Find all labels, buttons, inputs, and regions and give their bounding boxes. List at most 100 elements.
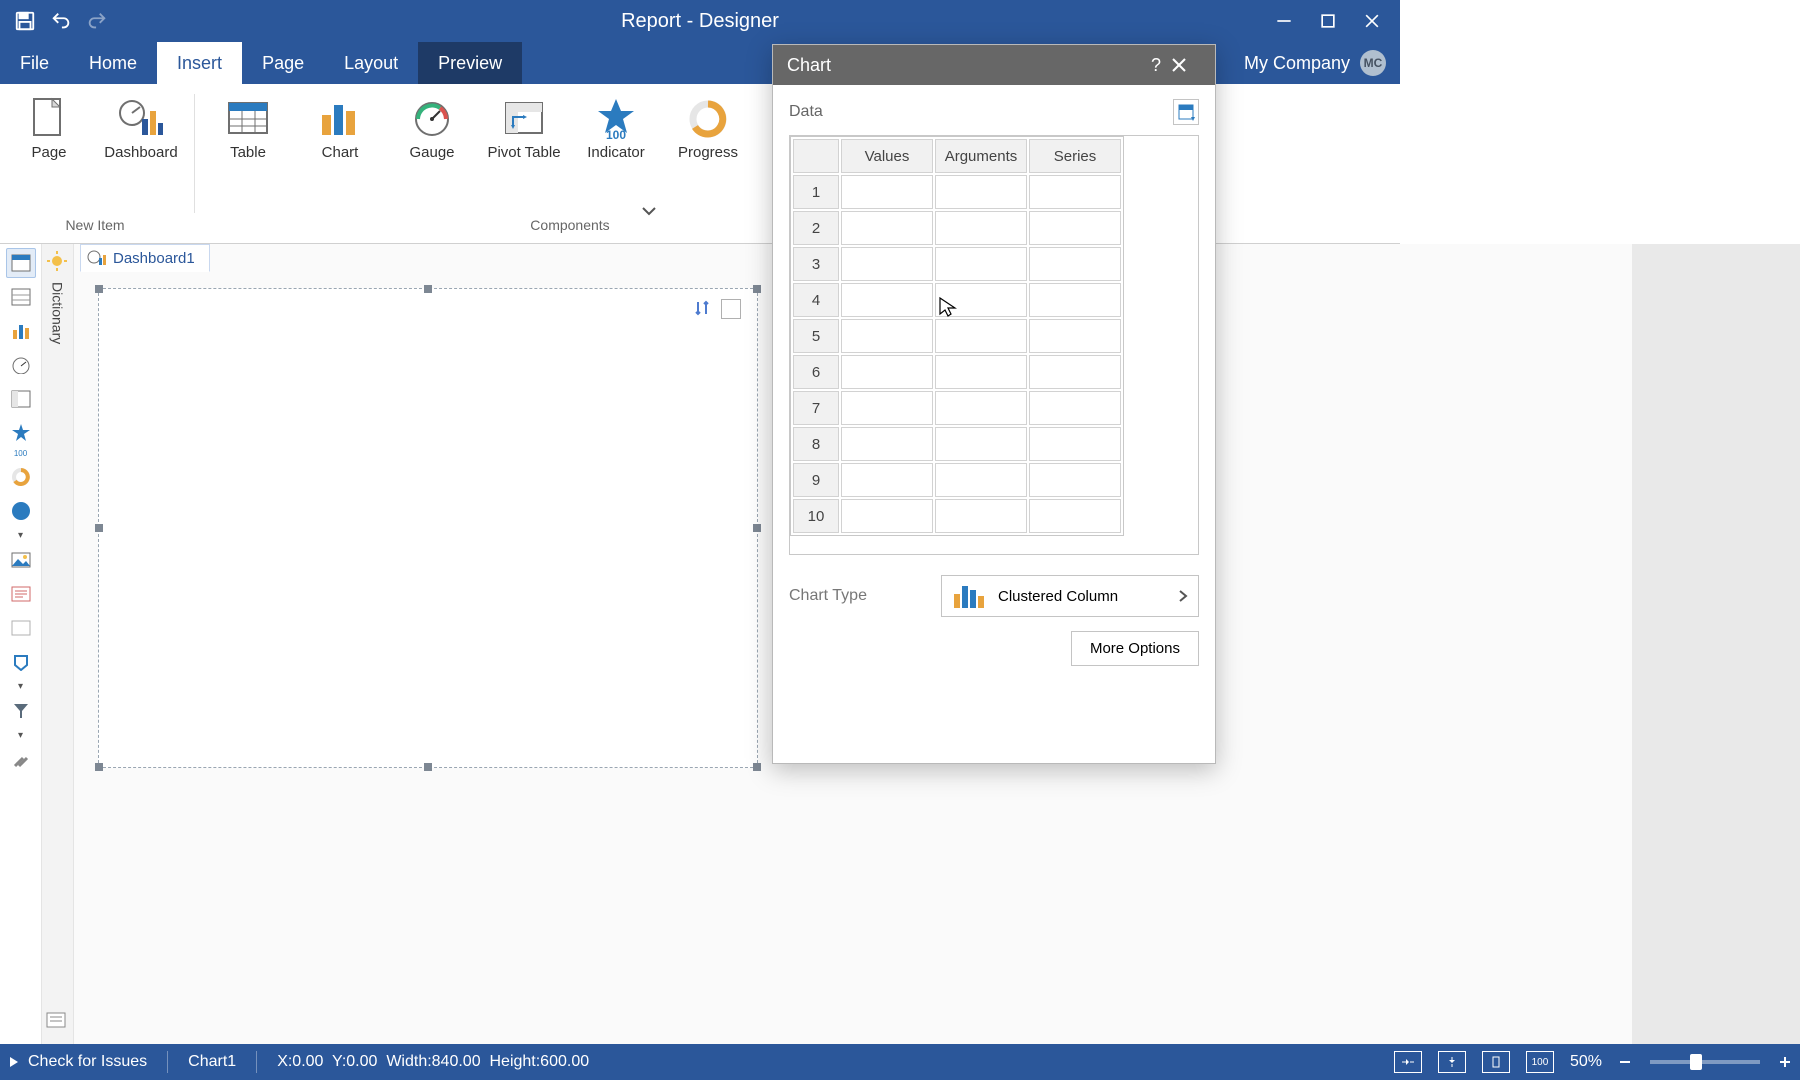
zoom-out-button[interactable] — [1610, 1055, 1640, 1069]
cell-series[interactable] — [1029, 391, 1121, 425]
maximize-icon[interactable] — [1318, 11, 1338, 31]
cell-values[interactable] — [841, 247, 933, 281]
data-source-icon[interactable] — [1173, 99, 1199, 125]
tool-indicator-icon[interactable] — [6, 418, 36, 448]
ribbon-table-button[interactable]: Table — [209, 90, 287, 161]
cell-series[interactable] — [1029, 463, 1121, 497]
ribbon-progress-button[interactable]: Progress — [669, 90, 747, 161]
zoom-label[interactable]: 50% — [1562, 1053, 1610, 1071]
resize-handle[interactable] — [95, 763, 103, 771]
chevron-down-icon[interactable] — [640, 205, 658, 217]
cell-arguments[interactable] — [935, 391, 1027, 425]
resize-handle[interactable] — [424, 763, 432, 771]
column-series[interactable]: Series — [1029, 139, 1121, 173]
cell-series[interactable] — [1029, 175, 1121, 209]
column-values[interactable]: Values — [841, 139, 933, 173]
tool-filter-icon[interactable] — [6, 696, 36, 726]
resize-handle[interactable] — [753, 763, 761, 771]
tab-insert[interactable]: Insert — [157, 42, 242, 84]
grid-row[interactable]: 2 — [793, 211, 1121, 245]
tool-text-icon[interactable] — [6, 579, 36, 609]
ribbon-page-button[interactable]: Page — [10, 90, 88, 161]
column-arguments[interactable]: Arguments — [935, 139, 1027, 173]
tool-map-icon[interactable] — [6, 496, 36, 526]
cell-arguments[interactable] — [935, 463, 1027, 497]
cell-values[interactable] — [841, 355, 933, 389]
grid-row[interactable]: 10 — [793, 499, 1121, 533]
cell-series[interactable] — [1029, 355, 1121, 389]
cell-arguments[interactable] — [935, 283, 1027, 317]
selected-chart-element[interactable] — [98, 288, 758, 768]
tool-expand-1-icon[interactable]: ▾ — [18, 530, 23, 541]
unit-button[interactable]: 100 — [1518, 1051, 1562, 1073]
ribbon-chart-button[interactable]: Chart — [301, 90, 379, 161]
resize-handle[interactable] — [753, 524, 761, 532]
tab-home[interactable]: Home — [69, 42, 157, 84]
view-mode-1-icon[interactable] — [1386, 1051, 1430, 1073]
grid-row[interactable]: 3 — [793, 247, 1121, 281]
help-icon[interactable]: ? — [1141, 55, 1171, 76]
tool-shape-icon[interactable] — [6, 647, 36, 677]
cell-series[interactable] — [1029, 499, 1121, 533]
avatar[interactable]: MC — [1360, 50, 1386, 76]
fullscreen-icon[interactable] — [721, 299, 741, 319]
minimize-icon[interactable] — [1274, 11, 1294, 31]
dictionary-panel[interactable]: Dictionary — [42, 244, 74, 1044]
resize-handle[interactable] — [95, 524, 103, 532]
resize-handle[interactable] — [424, 285, 432, 293]
grid-row[interactable]: 6 — [793, 355, 1121, 389]
tab-layout[interactable]: Layout — [324, 42, 418, 84]
tab-page[interactable]: Page — [242, 42, 324, 84]
cell-series[interactable] — [1029, 427, 1121, 461]
cell-arguments[interactable] — [935, 211, 1027, 245]
tool-list-icon[interactable] — [6, 282, 36, 312]
grid-row[interactable]: 7 — [793, 391, 1121, 425]
ribbon-pivot-button[interactable]: Pivot Table — [485, 90, 563, 161]
cell-values[interactable] — [841, 283, 933, 317]
cell-arguments[interactable] — [935, 175, 1027, 209]
tool-settings-icon[interactable] — [6, 745, 36, 775]
document-tab[interactable]: Dashboard1 — [80, 244, 210, 272]
ribbon-gauge-button[interactable]: Gauge — [393, 90, 471, 161]
tool-expand-2-icon[interactable]: ▾ — [18, 681, 23, 692]
tool-expand-3-icon[interactable]: ▾ — [18, 730, 23, 741]
view-mode-2-icon[interactable] — [1430, 1051, 1474, 1073]
cell-values[interactable] — [841, 175, 933, 209]
cell-values[interactable] — [841, 319, 933, 353]
grid-row[interactable]: 4 — [793, 283, 1121, 317]
close-panel-icon[interactable] — [1171, 57, 1201, 73]
ribbon-indicator-button[interactable]: 100 Indicator — [577, 90, 655, 161]
chart-type-selector[interactable]: Clustered Column — [941, 575, 1199, 617]
grid-row[interactable]: 8 — [793, 427, 1121, 461]
cell-arguments[interactable] — [935, 319, 1027, 353]
tool-gauge-icon[interactable] — [6, 350, 36, 380]
tab-file[interactable]: File — [0, 42, 69, 84]
more-options-button[interactable]: More Options — [1071, 631, 1199, 666]
cell-values[interactable] — [841, 391, 933, 425]
grid-row[interactable]: 1 — [793, 175, 1121, 209]
cell-series[interactable] — [1029, 211, 1121, 245]
tool-chart-icon[interactable] — [6, 316, 36, 346]
cell-values[interactable] — [841, 211, 933, 245]
close-icon[interactable] — [1362, 11, 1382, 31]
tool-progress-icon[interactable] — [6, 462, 36, 492]
company-label[interactable]: My Company — [1244, 53, 1350, 74]
cell-series[interactable] — [1029, 247, 1121, 281]
cell-arguments[interactable] — [935, 247, 1027, 281]
grid-row[interactable]: 9 — [793, 463, 1121, 497]
cell-values[interactable] — [841, 499, 933, 533]
data-grid[interactable]: Values Arguments Series 12345678910 — [790, 136, 1124, 536]
tool-table-icon[interactable] — [6, 248, 36, 278]
view-mode-3-icon[interactable] — [1474, 1051, 1518, 1073]
resize-handle[interactable] — [753, 285, 761, 293]
save-icon[interactable] — [14, 10, 36, 32]
tab-preview[interactable]: Preview — [418, 42, 522, 84]
cell-arguments[interactable] — [935, 499, 1027, 533]
cell-values[interactable] — [841, 427, 933, 461]
cell-arguments[interactable] — [935, 355, 1027, 389]
resize-handle[interactable] — [95, 285, 103, 293]
zoom-in-button[interactable] — [1770, 1055, 1800, 1069]
redo-icon[interactable] — [86, 10, 108, 32]
cell-series[interactable] — [1029, 283, 1121, 317]
ribbon-dashboard-button[interactable]: Dashboard — [102, 90, 180, 161]
